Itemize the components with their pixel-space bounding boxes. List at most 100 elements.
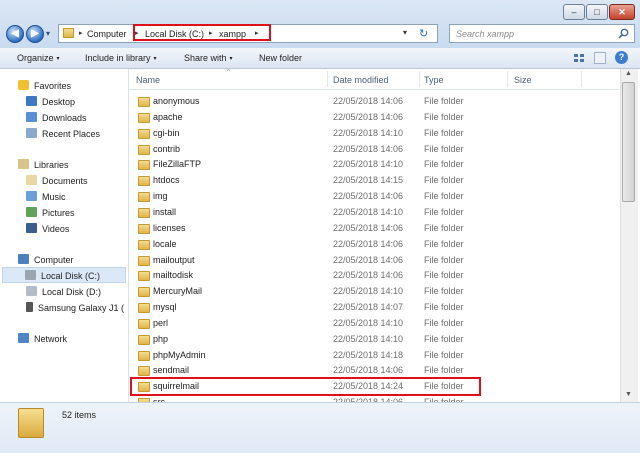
nav-documents-label: Documents xyxy=(42,176,88,186)
change-view-icon[interactable] xyxy=(572,52,588,64)
file-type: File folder xyxy=(424,127,464,138)
file-type: File folder xyxy=(424,270,464,281)
file-row[interactable]: locale 22/05/2018 14:06 File folder xyxy=(129,237,619,253)
file-row[interactable]: cgi-bin 22/05/2018 14:10 File folder xyxy=(129,126,619,142)
file-date-modified: 22/05/2018 14:10 xyxy=(333,286,404,297)
file-date-modified: 22/05/2018 14:06 xyxy=(333,365,404,376)
file-date-modified: 22/05/2018 14:10 xyxy=(333,127,404,138)
folder-icon xyxy=(138,144,150,155)
preview-pane-icon[interactable] xyxy=(594,52,606,64)
maximize-button[interactable]: □ xyxy=(586,4,608,20)
nav-favorites[interactable]: Favorites xyxy=(18,78,71,94)
file-name: sendmail xyxy=(153,365,190,376)
file-date-modified: 22/05/2018 14:10 xyxy=(333,317,404,328)
file-row[interactable]: licenses 22/05/2018 14:06 File folder xyxy=(129,221,619,237)
column-type[interactable]: Type xyxy=(424,75,444,85)
column-divider[interactable] xyxy=(507,71,508,87)
scroll-down-icon[interactable]: ▼ xyxy=(625,391,632,398)
nav-local-disk-c-label: Local Disk (C:) xyxy=(41,271,101,281)
file-date-modified: 22/05/2018 14:06 xyxy=(333,143,404,154)
file-row[interactable]: img 22/05/2018 14:06 File folder xyxy=(129,189,619,205)
minimize-button[interactable]: – xyxy=(563,4,585,20)
nav-downloads[interactable]: Downloads xyxy=(26,110,87,126)
scroll-up-icon[interactable]: ▲ xyxy=(625,70,632,77)
forward-button[interactable]: ▶ xyxy=(26,25,44,43)
nav-pictures-label: Pictures xyxy=(42,208,75,218)
nav-computer[interactable]: Computer xyxy=(18,252,74,268)
file-row[interactable]: src22/05/2018 14:06File folder xyxy=(129,395,619,402)
nav-music-label: Music xyxy=(42,192,66,202)
file-row[interactable]: mysql 22/05/2018 14:07 File folder xyxy=(129,300,619,316)
nav-network[interactable]: Network xyxy=(18,331,67,347)
file-row[interactable]: contrib 22/05/2018 14:06 File folder xyxy=(129,142,619,158)
folder-icon xyxy=(138,255,150,266)
breadcrumb-separator[interactable]: ▸ xyxy=(79,29,83,37)
nav-videos[interactable]: Videos xyxy=(26,221,69,237)
file-row[interactable]: install 22/05/2018 14:10 File folder xyxy=(129,205,619,221)
file-name: cgi-bin xyxy=(153,127,180,138)
folder-icon xyxy=(138,239,150,250)
file-type: File folder xyxy=(424,175,464,186)
help-icon[interactable]: ? xyxy=(615,51,628,64)
file-type: File folder xyxy=(424,238,464,249)
file-row[interactable]: php 22/05/2018 14:10 File folder xyxy=(129,332,619,348)
column-divider[interactable] xyxy=(327,71,328,87)
folder-icon xyxy=(138,160,150,171)
file-row[interactable]: apache 22/05/2018 14:06 File folder xyxy=(129,110,619,126)
file-row[interactable]: FileZillaFTP 22/05/2018 14:10 File folder xyxy=(129,157,619,173)
file-date-modified: 22/05/2018 14:06 xyxy=(333,111,404,122)
nav-libraries[interactable]: Libraries xyxy=(18,157,69,173)
file-name: MercuryMail xyxy=(153,286,203,297)
file-row[interactable]: htdocs 22/05/2018 14:15 File folder xyxy=(129,173,619,189)
folder-icon xyxy=(138,128,150,139)
search-input[interactable]: Search xampp xyxy=(456,29,514,39)
column-date-modified[interactable]: Date modified xyxy=(333,75,389,85)
file-name: perl xyxy=(153,317,169,328)
file-row[interactable]: phpMyAdmin 22/05/2018 14:18 File folder xyxy=(129,348,619,364)
folder-icon xyxy=(138,176,150,187)
recent-places-icon xyxy=(26,128,37,138)
recent-pages-dropdown-icon[interactable]: ▾ xyxy=(46,29,50,38)
file-row[interactable]: mailoutput 22/05/2018 14:06 File folder xyxy=(129,253,619,269)
back-button[interactable]: ◀ xyxy=(6,25,24,43)
scrollbar-thumb[interactable] xyxy=(622,82,635,202)
nav-local-disk-c[interactable]: Local Disk (C:) xyxy=(2,267,126,283)
nav-samsung-galaxy[interactable]: Samsung Galaxy J1 ( xyxy=(26,300,124,316)
close-button[interactable]: ✕ xyxy=(609,4,635,20)
chevron-down-icon: ▾ xyxy=(153,56,157,62)
folder-icon xyxy=(138,350,150,361)
drive-icon xyxy=(26,286,37,296)
file-row[interactable]: anonymous 22/05/2018 14:06 File folder xyxy=(129,94,619,110)
column-name[interactable]: Name xyxy=(136,75,160,85)
magnifier-icon[interactable] xyxy=(618,28,629,39)
nav-music[interactable]: Music xyxy=(26,189,66,205)
column-size[interactable]: Size xyxy=(514,75,532,85)
address-bar[interactable]: ▸ Computer ▸ Local Disk (C:) ▸ xampp ▸ ▾… xyxy=(58,24,438,43)
address-history-dropdown-icon[interactable]: ▾ xyxy=(403,28,407,37)
nav-documents[interactable]: Documents xyxy=(26,173,88,189)
column-divider[interactable] xyxy=(419,71,420,87)
file-type: File folder xyxy=(424,254,464,265)
nav-local-disk-d[interactable]: Local Disk (D:) xyxy=(26,284,101,300)
file-name: htdocs xyxy=(153,175,180,186)
file-type: File folder xyxy=(424,302,464,313)
organize-menu[interactable]: Organize ▾ xyxy=(17,53,60,63)
search-box[interactable]: Search xampp xyxy=(449,24,635,43)
new-folder-button[interactable]: New folder xyxy=(259,53,302,63)
file-row[interactable]: perl 22/05/2018 14:10 File folder xyxy=(129,316,619,332)
refresh-icon[interactable]: ↻ xyxy=(419,27,428,40)
nav-desktop[interactable]: Desktop xyxy=(26,94,75,110)
column-divider[interactable] xyxy=(581,71,582,87)
sort-ascending-icon: ^ xyxy=(227,69,230,75)
nav-pictures[interactable]: Pictures xyxy=(26,205,75,221)
file-name: contrib xyxy=(153,143,181,154)
share-with-menu[interactable]: Share with ▾ xyxy=(184,53,233,63)
nav-videos-label: Videos xyxy=(42,224,70,234)
include-in-library-menu[interactable]: Include in library ▾ xyxy=(85,53,157,63)
file-name: licenses xyxy=(153,222,186,233)
file-type: File folder xyxy=(424,111,464,122)
file-row[interactable]: MercuryMail 22/05/2018 14:10 File folder xyxy=(129,284,619,300)
file-row[interactable]: mailtodisk 22/05/2018 14:06 File folder xyxy=(129,268,619,284)
nav-recent-places[interactable]: Recent Places xyxy=(26,126,100,142)
breadcrumb-computer[interactable]: Computer xyxy=(87,29,127,39)
